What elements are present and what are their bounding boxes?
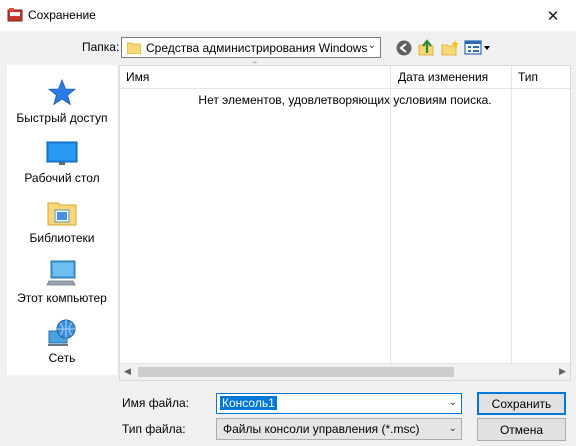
new-folder-icon[interactable]: [440, 38, 460, 58]
place-libraries[interactable]: Библиотеки: [7, 191, 117, 251]
column-date[interactable]: Дата изменения: [398, 70, 488, 84]
scrollbar-thumb[interactable]: [138, 367, 454, 377]
filename-label: Имя файла:: [122, 396, 189, 410]
list-header: ⌃ Имя Дата изменения Тип: [120, 60, 570, 365]
horizontal-scrollbar[interactable]: ◀ ▶: [120, 363, 570, 380]
view-menu-icon[interactable]: [464, 38, 492, 58]
filetype-value: Файлы консоли управления (*.msc): [223, 422, 420, 436]
column-type[interactable]: Тип: [518, 70, 538, 84]
place-network[interactable]: Сеть: [7, 311, 117, 371]
cancel-button[interactable]: Отмена: [477, 418, 566, 441]
app-icon: [7, 7, 23, 23]
filetype-select[interactable]: Файлы консоли управления (*.msc) ⌄: [216, 418, 462, 440]
star-icon: [46, 77, 78, 109]
place-label: Рабочий стол: [24, 171, 100, 185]
file-list[interactable]: ⌃ Имя Дата изменения Тип Нет элементов, …: [119, 60, 571, 381]
scroll-left-icon[interactable]: ◀: [124, 366, 131, 377]
desktop-icon: [46, 137, 78, 169]
title-bar: Сохранение ✕: [0, 0, 576, 31]
chevron-down-icon[interactable]: ⌄: [449, 397, 457, 408]
place-label: Этот компьютер: [17, 291, 107, 305]
places-bar: Быстрый доступ Рабочий стол Библиотеки Э…: [7, 65, 117, 375]
computer-icon: [46, 257, 78, 289]
save-button[interactable]: Сохранить: [477, 392, 566, 415]
up-folder-icon[interactable]: [416, 38, 436, 58]
filename-value: Консоль1: [220, 396, 277, 410]
chevron-down-icon: ⌄: [367, 40, 376, 51]
place-desktop[interactable]: Рабочий стол: [7, 131, 117, 191]
folder-label: Папка:: [82, 40, 120, 54]
empty-message: Нет элементов, удовлетворяющих условиям …: [198, 93, 492, 107]
folder-combobox[interactable]: Средства администрирования Windows ⌄: [121, 37, 381, 58]
place-quick-access[interactable]: Быстрый доступ: [7, 71, 117, 131]
folder-icon: [126, 41, 142, 55]
network-icon: [46, 317, 78, 349]
column-divider[interactable]: [390, 66, 391, 365]
filetype-label: Тип файла:: [122, 422, 186, 436]
place-label: Быстрый доступ: [16, 111, 108, 125]
column-name[interactable]: Имя: [126, 70, 149, 84]
back-icon[interactable]: [394, 38, 414, 58]
scroll-right-icon[interactable]: ▶: [559, 366, 566, 377]
place-this-pc[interactable]: Этот компьютер: [7, 251, 117, 311]
folder-combobox-value: Средства администрирования Windows: [146, 41, 368, 55]
sort-up-icon: ⌃: [251, 60, 259, 70]
column-divider[interactable]: [511, 66, 512, 365]
filename-input[interactable]: Консоль1 ⌄: [216, 393, 462, 414]
place-label: Сеть: [48, 351, 76, 365]
window-title: Сохранение: [28, 8, 96, 22]
chevron-down-icon: ⌄: [448, 423, 457, 434]
place-label: Библиотеки: [29, 231, 95, 245]
libraries-icon: [46, 197, 78, 229]
close-button[interactable]: ✕: [530, 0, 576, 31]
